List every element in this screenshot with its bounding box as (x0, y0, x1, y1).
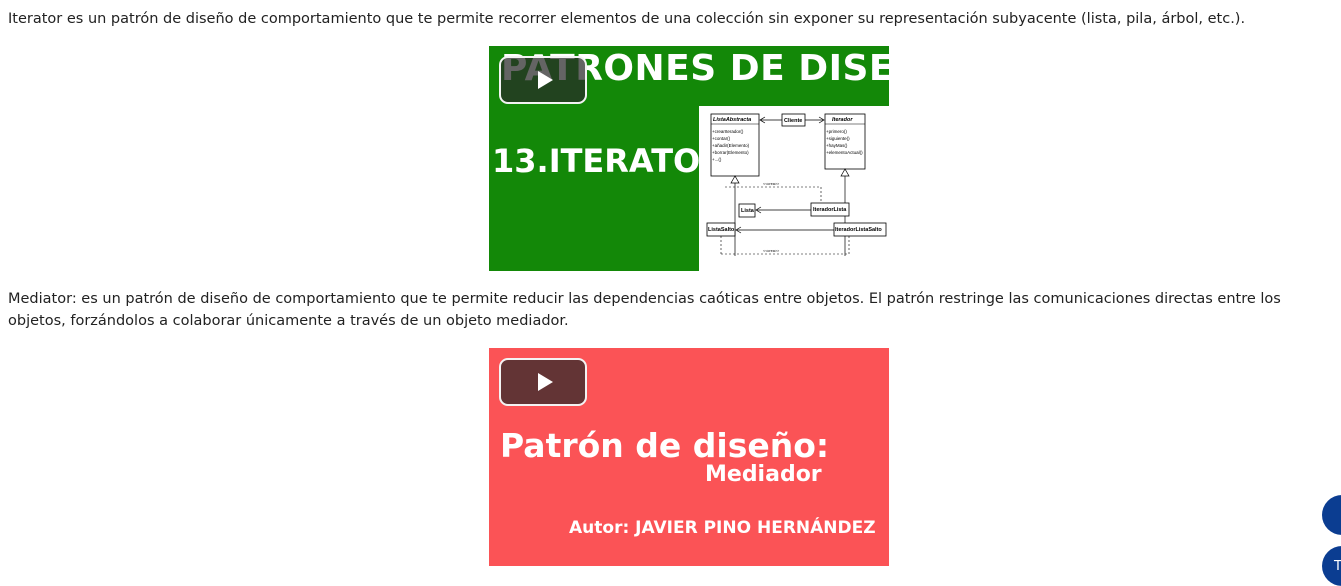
iterator-uml-diagram: ListaAbstracta +crearIterador() +contar(… (699, 106, 889, 271)
mediator-video-author: Autor: JAVIER PINO HERNÁNDEZ (569, 518, 876, 538)
floating-action-button-secondary[interactable]: T (1322, 546, 1341, 586)
iterator-video-embed[interactable]: PATRONES DE DISEÑO 13.ITERATOR ListaAbst… (489, 46, 889, 271)
uml-method: +contar() (712, 136, 731, 141)
uml-box-lista: Lista (741, 208, 755, 214)
play-icon (537, 71, 553, 89)
uml-box-lista-abstracta: ListaAbstracta (713, 117, 751, 123)
uml-stereotype: <<crea>> (763, 249, 780, 253)
iterator-video-subtitle: 13.ITERATOR (492, 142, 725, 180)
uml-box-cliente: Cliente (784, 118, 802, 124)
mediator-video-title: Patrón de diseño: (500, 426, 830, 465)
mediator-description: Mediator: es un patrón de diseño de comp… (8, 291, 1281, 329)
mediator-video-subtitle: Mediador (705, 462, 822, 487)
uml-stereotype: <<crea>> (763, 182, 780, 186)
iterator-description: Iterator es un patrón de diseño de compo… (8, 11, 1246, 27)
uml-method: +siguiente() (826, 136, 850, 141)
uml-method: +crearIterador() (712, 129, 744, 134)
mediator-video-embed[interactable]: Patrón de diseño: Mediador Autor: JAVIER… (489, 348, 889, 566)
uml-method: +...() (712, 157, 722, 162)
uml-box-iterador-lista-salto: IteradorListaSalto (835, 227, 882, 233)
floating-button-label: T (1334, 559, 1341, 574)
uml-box-iterador-lista: IteradorLista (813, 207, 847, 213)
uml-method: +añadir(Elemento) (712, 143, 750, 148)
mediator-play-button[interactable] (499, 358, 587, 406)
uml-method: +elementoActual() (826, 150, 863, 155)
floating-action-button[interactable] (1322, 495, 1341, 535)
uml-method: +borrar(Elemento) (712, 150, 749, 155)
uml-method: +hayMas() (826, 143, 848, 148)
uml-method: +primero() (826, 129, 847, 134)
uml-box-lista-salto: ListaSalto (708, 227, 735, 233)
iterator-play-button[interactable] (499, 56, 587, 104)
uml-box-iterador: Iterador (832, 117, 853, 123)
play-icon (537, 373, 553, 391)
